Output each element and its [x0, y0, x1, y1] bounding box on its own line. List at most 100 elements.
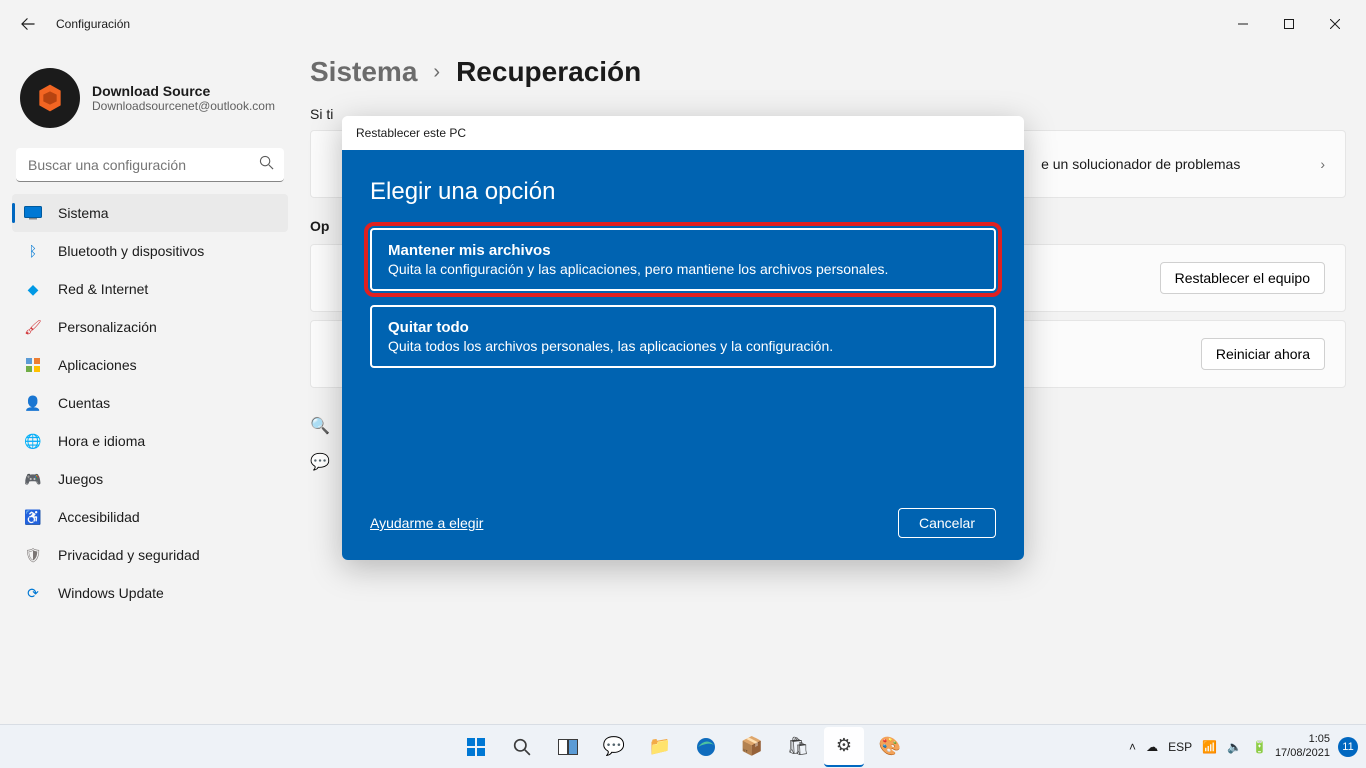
option-title: Quitar todo [388, 319, 978, 336]
dialog-heading: Elegir una opción [370, 178, 996, 206]
task-view-button[interactable] [548, 727, 588, 767]
avatar-logo-icon [34, 82, 66, 114]
minimize-button[interactable] [1220, 8, 1266, 40]
dialog-footer: Ayudarme a elegir Cancelar [370, 508, 996, 538]
search-box [16, 148, 284, 182]
close-icon [1330, 19, 1340, 29]
back-button[interactable] [8, 4, 48, 44]
nav-label: Privacidad y seguridad [58, 547, 200, 563]
wifi-icon: ◆ [24, 280, 42, 298]
onedrive-icon[interactable]: ☁ [1146, 740, 1158, 754]
arrow-left-icon [21, 17, 35, 31]
sidebar: Download Source Downloadsourcenet@outloo… [0, 48, 300, 620]
nav-item-gaming[interactable]: 🎮 Juegos [12, 460, 288, 498]
apps-icon [24, 356, 42, 374]
restart-now-button[interactable]: Reiniciar ahora [1201, 338, 1325, 370]
nav-item-apps[interactable]: Aplicaciones [12, 346, 288, 384]
office-button[interactable]: 📦 [732, 727, 772, 767]
wifi-icon[interactable]: 📶 [1202, 740, 1217, 754]
breadcrumb: Sistema › Recuperación [310, 56, 1346, 88]
chevron-right-icon: › [1320, 156, 1325, 172]
search-input[interactable] [16, 148, 284, 182]
maximize-icon [1284, 19, 1294, 29]
edge-button[interactable] [686, 727, 726, 767]
option-title: Mantener mis archivos [388, 242, 978, 259]
start-button[interactable] [456, 727, 496, 767]
taskbar-right: ˄ ☁ ESP 📶 🔈 🔋 1:05 17/08/2021 11 [1129, 733, 1366, 759]
nav-label: Hora e idioma [58, 433, 145, 449]
nav-item-accounts[interactable]: 👤 Cuentas [12, 384, 288, 422]
taskbar-center: 💬 📁 📦 🛍 ⚙ 🎨 [456, 727, 910, 767]
breadcrumb-current: Recuperación [456, 56, 641, 88]
nav-label: Personalización [58, 319, 157, 335]
nav-label: Bluetooth y dispositivos [58, 243, 204, 259]
user-block[interactable]: Download Source Downloadsourcenet@outloo… [12, 56, 288, 148]
nav-item-personalization[interactable]: 🖌 Personalización [12, 308, 288, 346]
minimize-icon [1238, 19, 1248, 29]
taskbar: 💬 📁 📦 🛍 ⚙ 🎨 ˄ ☁ ESP 📶 🔈 🔋 1:05 17/08/202… [0, 724, 1366, 768]
option-desc: Quita todos los archivos personales, las… [388, 338, 978, 354]
nav-label: Juegos [58, 471, 103, 487]
nav-label: Accesibilidad [58, 509, 140, 525]
task-view-icon [558, 739, 578, 755]
chat-button[interactable]: 💬 [594, 727, 634, 767]
person-icon: 👤 [24, 394, 42, 412]
nav-item-update[interactable]: ⟳ Windows Update [12, 574, 288, 612]
dialog-title: Restablecer este PC [342, 116, 1024, 150]
chevron-right-icon: › [433, 61, 440, 84]
user-email: Downloadsourcenet@outlook.com [92, 99, 275, 113]
update-icon: ⟳ [24, 584, 42, 602]
option-remove-all[interactable]: Quitar todo Quita todos los archivos per… [370, 305, 996, 368]
system-tray[interactable]: ˄ ☁ ESP 📶 🔈 🔋 [1129, 740, 1267, 754]
option-keep-files[interactable]: Mantener mis archivos Quita la configura… [370, 228, 996, 291]
nav-list: Sistema ᛒ Bluetooth y dispositivos ◆Red &… [12, 194, 288, 612]
gamepad-icon: 🎮 [24, 470, 42, 488]
nav-item-time-language[interactable]: 🌐 Hora e idioma [12, 422, 288, 460]
settings-taskbar-button[interactable]: ⚙ [824, 727, 864, 767]
nav-item-accessibility[interactable]: ♿ Accesibilidad [12, 498, 288, 536]
window-controls [1220, 8, 1358, 40]
windows-icon [466, 737, 486, 757]
search-button[interactable] [502, 727, 542, 767]
display-icon [24, 204, 42, 222]
edge-icon [696, 737, 716, 757]
maximize-button[interactable] [1266, 8, 1312, 40]
close-button[interactable] [1312, 8, 1358, 40]
window-title: Configuración [56, 17, 130, 31]
option-desc: Quita la configuración y las aplicacione… [388, 261, 978, 277]
reset-pc-button[interactable]: Restablecer el equipo [1160, 262, 1325, 294]
globe-icon: 🌐 [24, 432, 42, 450]
search-icon [259, 155, 274, 175]
nav-item-network[interactable]: ◆Red & Internet [12, 270, 288, 308]
cancel-button[interactable]: Cancelar [898, 508, 996, 538]
shield-icon: 🛡 [24, 546, 42, 564]
chevron-up-icon[interactable]: ˄ [1129, 740, 1136, 754]
help-link[interactable]: Ayudarme a elegir [370, 515, 483, 531]
clock[interactable]: 1:05 17/08/2021 [1275, 733, 1330, 759]
reset-dialog: Restablecer este PC Elegir una opción Ma… [342, 116, 1024, 560]
breadcrumb-parent[interactable]: Sistema [310, 56, 417, 88]
volume-icon[interactable]: 🔈 [1227, 740, 1242, 754]
brush-icon: 🖌 [24, 318, 42, 336]
battery-icon[interactable]: 🔋 [1252, 740, 1267, 754]
nav-item-bluetooth[interactable]: ᛒ Bluetooth y dispositivos [12, 232, 288, 270]
explorer-button[interactable]: 📁 [640, 727, 680, 767]
troubleshoot-text: e un solucionador de problemas [1041, 156, 1240, 172]
nav-item-sistema[interactable]: Sistema [12, 194, 288, 232]
clock-date: 17/08/2021 [1275, 747, 1330, 760]
accessibility-icon: ♿ [24, 508, 42, 526]
language-indicator[interactable]: ESP [1168, 740, 1192, 754]
nav-label: Windows Update [58, 585, 164, 601]
avatar [20, 68, 80, 128]
nav-item-privacy[interactable]: 🛡 Privacidad y seguridad [12, 536, 288, 574]
store-button[interactable]: 🛍 [778, 727, 818, 767]
nav-label: Cuentas [58, 395, 110, 411]
notification-badge[interactable]: 11 [1338, 737, 1358, 757]
paint-button[interactable]: 🎨 [870, 727, 910, 767]
bluetooth-icon: ᛒ [24, 242, 42, 260]
nav-label: Aplicaciones [58, 357, 137, 373]
dialog-body: Elegir una opción Mantener mis archivos … [342, 150, 1024, 560]
user-name: Download Source [92, 83, 275, 99]
titlebar: Configuración [0, 0, 1366, 48]
nav-label: Sistema [58, 205, 109, 221]
